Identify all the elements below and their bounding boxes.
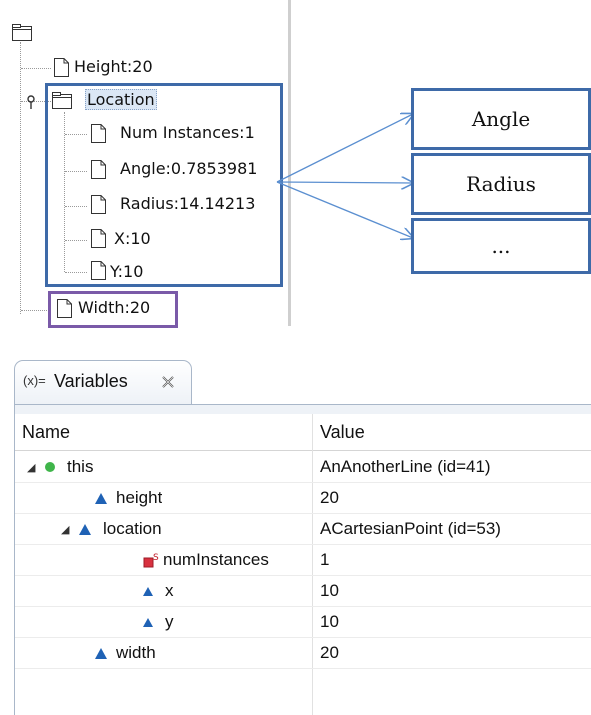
table-row[interactable]: ◢ this AnAnotherLine (id=41) <box>15 452 591 482</box>
variables-view: (x)= Variables Name Value ◢ this AnAnoth… <box>14 360 591 715</box>
callout-angle-label: Angle <box>471 107 531 131</box>
variable-value: 20 <box>320 488 339 507</box>
variables-view-icon: (x)= <box>23 373 46 388</box>
column-header-value[interactable]: Value <box>313 414 591 451</box>
root-folder-icon <box>12 24 32 41</box>
variable-name: x <box>165 581 174 600</box>
table-row[interactable]: x 10 <box>15 576 591 606</box>
tree-item-height[interactable]: Height:20 <box>74 57 153 77</box>
tree-line <box>20 42 21 314</box>
field-doc-icon <box>54 58 69 77</box>
variable-name: height <box>116 488 163 507</box>
table-row[interactable]: width 20 <box>15 638 591 668</box>
variable-name: y <box>165 612 174 631</box>
column-header-name[interactable]: Name <box>15 414 312 451</box>
variable-value: ACartesianPoint (id=53) <box>320 519 501 538</box>
callout-more-label: ... <box>491 234 511 258</box>
tab-variables-label: Variables <box>54 371 128 391</box>
location-highlight-box <box>45 83 283 287</box>
callout-radius-label: Radius <box>466 172 536 196</box>
protected-field-icon <box>95 648 107 659</box>
svg-text:S: S <box>153 553 159 563</box>
variables-table: Name Value ◢ this AnAnotherLine (id=41) … <box>14 414 591 715</box>
collapse-twisty-icon[interactable]: ◢ <box>61 523 69 536</box>
tree-connector <box>21 310 51 311</box>
variable-name: this <box>67 457 94 476</box>
table-row[interactable]: height 20 <box>15 483 591 513</box>
protected-field-icon <box>143 618 153 627</box>
tab-band <box>14 404 591 414</box>
variable-value: 1 <box>320 550 330 569</box>
variable-name: numInstances <box>163 550 269 569</box>
callout-angle: Angle <box>411 88 591 150</box>
protected-field-icon <box>79 524 91 535</box>
variable-value: 10 <box>320 612 339 631</box>
expand-toggle-icon[interactable] <box>25 94 37 110</box>
table-row[interactable]: S numInstances 1 <box>15 545 591 575</box>
close-icon[interactable] <box>161 375 175 389</box>
table-row[interactable]: ◢ location ACartesianPoint (id=53) <box>15 514 591 544</box>
variable-value: 10 <box>320 581 339 600</box>
variable-name: width <box>116 643 156 662</box>
variable-value: AnAnotherLine (id=41) <box>320 457 491 476</box>
protected-field-icon <box>95 493 107 504</box>
collapse-twisty-icon[interactable]: ◢ <box>27 461 35 474</box>
width-highlight-box <box>48 291 178 328</box>
row-divider <box>15 668 591 669</box>
callout-radius: Radius <box>411 153 591 215</box>
callout-more: ... <box>411 218 591 274</box>
protected-field-icon <box>143 587 153 596</box>
table-row[interactable]: y 10 <box>15 607 591 637</box>
annotation-arrows <box>276 110 420 250</box>
variable-value: 20 <box>320 643 339 662</box>
public-field-icon <box>45 462 55 472</box>
tree-connector <box>21 68 51 69</box>
static-field-icon: S <box>143 553 159 568</box>
variable-name: location <box>103 519 162 538</box>
tab-variables[interactable]: (x)= Variables <box>14 360 192 404</box>
